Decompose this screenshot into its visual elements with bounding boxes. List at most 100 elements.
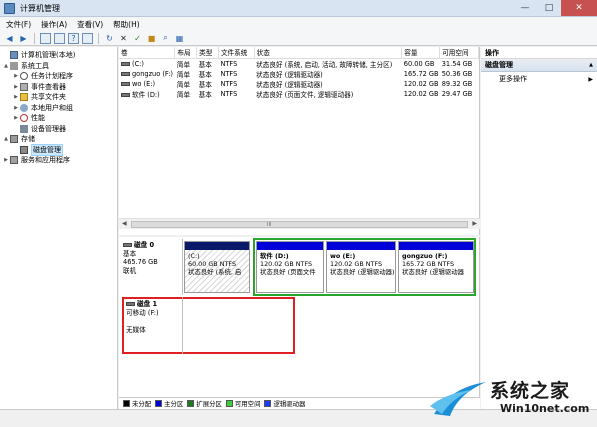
up-folder-icon[interactable] [40,32,51,44]
table-row[interactable]: gongzuo (F:) 简单 基本 NTFS 状态良好 (逻辑驱动器) 165… [119,69,479,79]
column-filesystem[interactable]: 文件系统 [218,47,255,59]
title-bar: 计算机管理 — □ ✕ [0,0,597,17]
legend-swatch [155,400,163,407]
properties-icon[interactable] [82,32,93,44]
legend-swatch [264,400,272,407]
close-button[interactable]: ✕ [561,0,597,16]
table-cell: 基本 [198,60,212,69]
volume-name: 软件 (D:) [119,89,175,99]
drive-icon [121,71,130,76]
legend-unallocated: 未分配 [123,399,151,408]
tree-item-shared-folders[interactable]: ▶ 共享文件夹 [0,92,117,103]
collapse-icon[interactable]: ▲ [589,62,593,68]
back-icon[interactable]: ◀ [4,33,15,44]
table-cell: 状态良好 (系统, 启动, 活动, 故障转储, 主分区) [256,60,393,69]
actions-pane: 操作 磁盘管理 ▲ 更多操作 ▶ [481,47,597,409]
partition-c-text: (C:) 60.00 GB NTFS 状态良好 (系统, 启 [185,250,249,292]
partition-d[interactable]: 软件 (D:) 120.02 GB NTFS 状态良好 (页面文件 [256,241,324,293]
tree-item-services-apps[interactable]: ▶ 服务和应用程序 [0,155,117,166]
legend-logical: 逻辑驱动器 [264,399,305,408]
partition-d-text: 软件 (D:) 120.02 GB NTFS 状态良好 (页面文件 [260,252,316,276]
show-hide-tree-icon[interactable] [54,32,65,44]
toolbar: ◀ ▶ ? ↻ ✕ ✓ ■ ⌕ ▦ [0,31,597,46]
table-row[interactable]: 软件 (D:) 简单 基本 NTFS 状态良好 (页面文件, 逻辑驱动器) 12… [119,89,479,99]
performance-icon [20,114,28,123]
tree-item-computer-management[interactable]: 计算机管理(本地) [0,50,117,61]
horizontal-scrollbar[interactable]: ◀ III ▶ [119,218,480,229]
divider [182,239,183,295]
table-cell: 简单 [176,90,191,99]
partition-f[interactable]: gongzuo (F:) 165.72 GB NTFS 状态良好 (逻辑驱动器 [398,241,474,293]
watermark: 系统之家 Win10net.com [428,372,597,427]
table-cell: NTFS [220,79,238,88]
volume-name: gongzuo (F:) [119,69,175,79]
tree-item-task-scheduler[interactable]: ▶ 任务计划程序 [0,71,117,82]
disk-0-status: 联机 [123,266,137,275]
volume-table-header: 卷 布局 类型 文件系统 状态 容量 可用空间 [119,47,479,59]
tree-item-performance[interactable]: ▶ 性能 [0,113,117,124]
maximize-button[interactable]: □ [537,0,561,16]
table-cell: 120.02 GB [403,79,439,88]
table-cell: 29.47 GB [441,89,473,98]
tree-item-local-users[interactable]: ▶ 本地用户和组 [0,103,117,114]
volume-name: (C:) [119,58,175,69]
column-layout[interactable]: 布局 [174,47,198,59]
check-icon[interactable]: ✓ [132,33,143,44]
delete-icon[interactable]: ✕ [118,33,129,44]
column-free-space[interactable]: 可用空间 [439,47,479,59]
partition-e[interactable]: wo (E:) 120.02 GB NTFS 状态良好 (逻辑驱动器) [326,241,396,293]
computer-icon [10,51,18,60]
column-capacity[interactable]: 容量 [401,47,441,59]
table-row[interactable]: (C:) 简单 基本 NTFS 状态良好 (系统, 启动, 活动, 故障转储, … [119,58,479,69]
partition-c[interactable]: (C:) 60.00 GB NTFS 状态良好 (系统, 启 [184,241,250,293]
legend-free: 可用空间 [225,399,260,408]
table-cell: 165.72 GB [403,69,439,78]
tree-item-disk-management[interactable]: 磁盘管理 [0,143,117,156]
partition-bar [185,242,249,250]
scroll-right-icon[interactable]: ▶ [472,220,477,227]
help-icon[interactable]: ? [68,32,79,44]
menu-help[interactable]: 帮助(H) [113,19,140,30]
toolbar-separator [98,32,99,44]
divider [182,297,183,354]
menu-file[interactable]: 文件(F) [6,19,31,30]
users-icon [20,103,28,112]
search-icon[interactable]: ⌕ [160,33,171,44]
volume-table: 卷 布局 类型 文件系统 状态 容量 可用空间 (C:) 简单 基本 NTFS … [119,47,479,99]
tree-item-event-viewer[interactable]: ▶ 事件查看器 [0,82,117,93]
table-cell: 状态良好 (页面文件, 逻辑驱动器) [256,90,354,99]
view-icon[interactable]: ▦ [174,33,185,44]
table-cell: 状态良好 (逻辑驱动器) [256,70,323,79]
column-status[interactable]: 状态 [254,47,403,59]
table-row[interactable]: wo (E:) 简单 基本 NTFS 状态良好 (逻辑驱动器) 120.02 G… [119,79,479,89]
tree-item-device-manager[interactable]: 设备管理器 [0,124,117,135]
table-cell: 60.00 GB [403,59,435,68]
menu-view[interactable]: 查看(V) [77,19,103,30]
scroll-grip-icon: III [267,222,272,228]
legend-primary: 主分区 [155,399,183,408]
scroll-left-icon[interactable]: ◀ [122,220,127,227]
refresh-icon[interactable]: ↻ [104,33,115,44]
watermark-url: Win10net.com [500,402,590,415]
disk-1-info[interactable]: 磁盘 1 可移动 (F:) 无媒体 [126,300,159,334]
legend-swatch [187,400,195,407]
drive-icon [121,81,130,86]
table-cell: NTFS [220,69,238,78]
minimize-button[interactable]: — [513,0,537,16]
services-icon [10,156,18,165]
tree-item-system-tools[interactable]: ▲ 系统工具 [0,61,117,72]
column-type[interactable]: 类型 [196,47,219,59]
toolbar-separator [34,32,35,44]
legend-swatch [225,400,233,407]
open-folder-icon[interactable]: ■ [146,33,157,44]
column-volume[interactable]: 卷 [119,47,176,59]
disk-map: 磁盘 0 基本 465.76 GB 联机 (C:) 60.00 GB NTFS … [119,237,480,397]
legend-swatch [123,400,130,407]
scrollbar-thumb[interactable] [131,221,468,228]
actions-section-disk-management[interactable]: 磁盘管理 ▲ [481,59,597,72]
more-actions[interactable]: 更多操作 ▶ [481,72,597,86]
disk-0-info[interactable]: 磁盘 0 基本 465.76 GB 联机 [123,241,158,275]
menu-action[interactable]: 操作(A) [41,19,67,30]
forward-icon[interactable]: ▶ [18,33,29,44]
table-cell: 简单 [176,70,191,79]
